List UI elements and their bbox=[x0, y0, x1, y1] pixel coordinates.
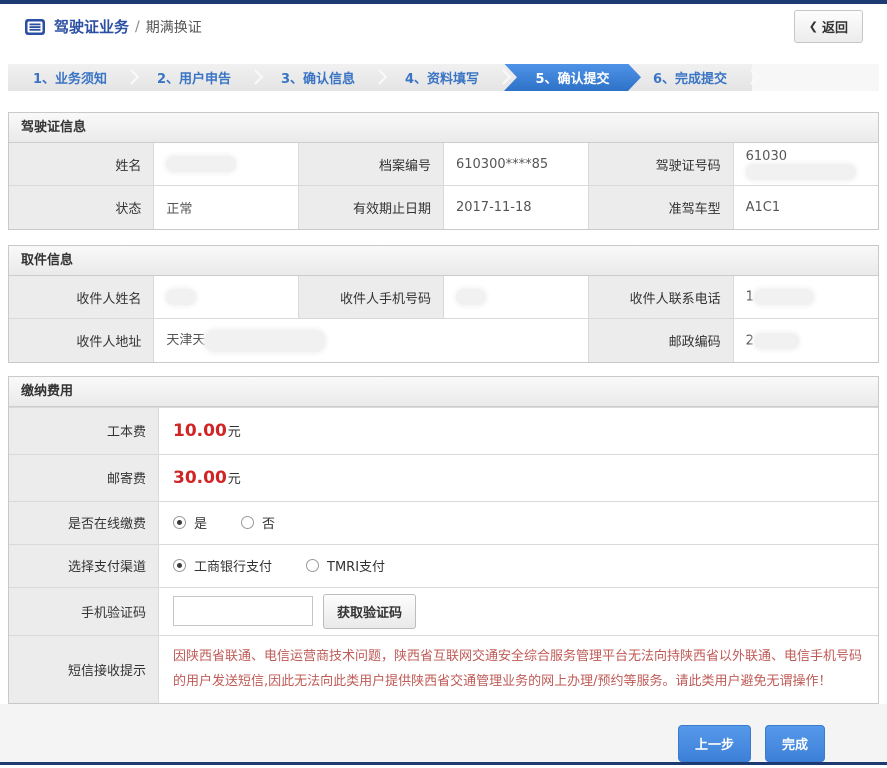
redacted-recipient-name bbox=[166, 289, 197, 306]
finish-button[interactable]: 完成 bbox=[764, 725, 825, 763]
production-fee-value: 10.00 元 bbox=[159, 407, 878, 454]
radio-channel-tmri[interactable]: TMRI支付 bbox=[306, 556, 385, 575]
radio-unchecked-icon[interactable] bbox=[306, 559, 320, 573]
postage-fee-amount: 30.00 bbox=[173, 467, 227, 488]
footer-action-bar: 上一步 完成 bbox=[0, 704, 887, 763]
back-button[interactable]: ❮ 返回 bbox=[793, 10, 863, 44]
redacted-recipient-mobile bbox=[455, 289, 486, 306]
postage-fee-value: 30.00 元 bbox=[159, 454, 878, 501]
vehicle-class-label: 准驾车型 bbox=[587, 185, 734, 229]
radio-checked-icon[interactable] bbox=[173, 559, 186, 573]
recipient-address-label: 收件人地址 bbox=[9, 318, 155, 362]
step-6-complete-submit[interactable]: 6、完成提交 bbox=[628, 64, 752, 91]
payment-fee-section-title: 缴纳费用 bbox=[9, 376, 878, 407]
sms-code-row: 手机验证码 获取验证码 bbox=[9, 586, 878, 635]
bottom-navy-bar bbox=[0, 762, 887, 765]
recipient-mobile-label: 收件人手机号码 bbox=[298, 275, 444, 320]
radio-unchecked-icon[interactable] bbox=[241, 516, 255, 530]
page-header: 驾驶证业务 / 期满换证 ❮ 返回 bbox=[0, 3, 887, 50]
recipient-name-label: 收件人姓名 bbox=[9, 275, 155, 320]
production-fee-label: 工本费 bbox=[9, 407, 159, 454]
radio-channel-icbc[interactable]: 工商银行支付 bbox=[173, 556, 272, 575]
online-payment-options: 是 否 bbox=[159, 501, 878, 544]
step-4-fill-data[interactable]: 4、资料填写 bbox=[380, 64, 504, 91]
vehicle-class-value: A1C1 bbox=[732, 185, 878, 229]
page: 驾驶证业务 / 期满换证 ❮ 返回 1、业务须知 2、用户申告 3、确认信息 4… bbox=[0, 0, 887, 768]
sms-notice-text: 因陕西省联通、电信运营商技术问题，陕西省互联网交通安全综合服务管理平台无法向持陕… bbox=[173, 648, 863, 689]
redacted-license-number bbox=[745, 163, 856, 180]
status-label: 状态 bbox=[9, 185, 155, 229]
step-5-confirm-submit-active[interactable]: 5、确认提交 bbox=[504, 64, 641, 91]
radio-online-yes[interactable]: 是 bbox=[173, 513, 207, 532]
recipient-phone-value: 1 bbox=[732, 275, 878, 320]
breadcrumb-divider: / bbox=[135, 18, 140, 35]
file-number-label: 档案编号 bbox=[298, 142, 444, 187]
sms-code-label: 手机验证码 bbox=[9, 587, 159, 635]
postage-fee-row: 邮寄费 30.00 元 bbox=[9, 453, 878, 501]
page-title: 驾驶证业务 bbox=[54, 18, 130, 37]
redacted-recipient-address bbox=[205, 329, 326, 352]
get-sms-code-button[interactable]: 获取验证码 bbox=[323, 593, 417, 629]
production-fee-amount: 10.00 bbox=[173, 420, 227, 441]
payment-channel-row: 选择支付渠道 工商银行支付 TMRI支付 bbox=[9, 543, 878, 587]
back-button-label: 返回 bbox=[821, 21, 848, 37]
zip-code-label: 邮政编码 bbox=[587, 318, 734, 362]
payment-channel-options: 工商银行支付 TMRI支付 bbox=[159, 544, 878, 587]
step-2-user-declaration[interactable]: 2、用户申告 bbox=[132, 64, 256, 91]
sms-notice-label: 短信接收提示 bbox=[9, 635, 159, 704]
license-number-value: 61030 bbox=[732, 142, 878, 187]
step-bar-filler bbox=[752, 63, 879, 91]
payment-fee-section: 缴纳费用 工本费 10.00 元 邮寄费 30.00 元 是否在线缴费 是 否 … bbox=[8, 375, 879, 705]
pickup-info-table: 收件人姓名 收件人手机号码 收件人联系电话 1 收件人地址 天津天 邮政编码 2 bbox=[9, 275, 878, 362]
file-number-value: 610300****85 bbox=[442, 142, 589, 187]
recipient-address-value: 天津天 bbox=[153, 318, 589, 362]
table-row: 姓名 档案编号 610300****85 驾驶证号码 61030 bbox=[9, 142, 878, 187]
sms-code-field-area: 获取验证码 bbox=[159, 587, 878, 635]
table-row: 收件人姓名 收件人手机号码 收件人联系电话 1 bbox=[9, 275, 878, 320]
payment-channel-label: 选择支付渠道 bbox=[9, 544, 159, 587]
postage-fee-label: 邮寄费 bbox=[9, 454, 159, 501]
license-info-table: 姓名 档案编号 610300****85 驾驶证号码 61030 状态 正常 有… bbox=[9, 142, 878, 229]
zip-code-value: 2 bbox=[732, 318, 878, 362]
sms-notice-row: 短信接收提示 因陕西省联通、电信运营商技术问题，陕西省互联网交通安全综合服务管理… bbox=[9, 634, 878, 704]
redacted-name bbox=[166, 156, 237, 173]
recipient-mobile-value bbox=[442, 275, 589, 320]
production-fee-unit: 元 bbox=[227, 425, 241, 441]
license-info-section: 驾驶证信息 姓名 档案编号 610300****85 驾驶证号码 61030 状… bbox=[8, 111, 879, 230]
online-payment-row: 是否在线缴费 是 否 bbox=[9, 500, 878, 544]
redacted-zip-code bbox=[753, 332, 799, 349]
step-3-confirm-info[interactable]: 3、确认信息 bbox=[256, 64, 380, 91]
back-chevron-icon: ❮ bbox=[808, 20, 818, 34]
sms-code-input[interactable] bbox=[173, 596, 313, 627]
recipient-phone-label: 收件人联系电话 bbox=[587, 275, 734, 320]
breadcrumb-current: 期满换证 bbox=[145, 19, 202, 36]
name-value bbox=[153, 142, 300, 187]
expiry-date-value: 2017-11-18 bbox=[442, 185, 589, 229]
form-list-icon bbox=[25, 18, 45, 35]
pickup-info-section-title: 取件信息 bbox=[9, 245, 878, 276]
expiry-date-label: 有效期止日期 bbox=[298, 185, 444, 229]
table-row: 收件人地址 天津天 邮政编码 2 bbox=[9, 318, 878, 362]
license-number-label: 驾驶证号码 bbox=[587, 142, 734, 187]
postage-fee-unit: 元 bbox=[227, 472, 241, 488]
sms-notice-content: 因陕西省联通、电信运营商技术问题，陕西省互联网交通安全综合服务管理平台无法向持陕… bbox=[159, 635, 878, 704]
table-row: 状态 正常 有效期止日期 2017-11-18 准驾车型 A1C1 bbox=[9, 185, 878, 229]
step-wizard: 1、业务须知 2、用户申告 3、确认信息 4、资料填写 5、确认提交 6、完成提… bbox=[8, 63, 879, 91]
online-payment-label: 是否在线缴费 bbox=[9, 501, 159, 544]
production-fee-row: 工本费 10.00 元 bbox=[9, 406, 878, 454]
license-info-section-title: 驾驶证信息 bbox=[9, 112, 878, 143]
pickup-info-section: 取件信息 收件人姓名 收件人手机号码 收件人联系电话 1 收件人地址 天津天 邮… bbox=[8, 244, 879, 363]
radio-checked-icon[interactable] bbox=[173, 516, 186, 530]
status-value: 正常 bbox=[153, 185, 300, 229]
recipient-name-value bbox=[153, 275, 300, 320]
radio-online-no[interactable]: 否 bbox=[241, 513, 275, 532]
name-label: 姓名 bbox=[9, 142, 155, 187]
step-1-business-notice[interactable]: 1、业务须知 bbox=[8, 64, 132, 91]
previous-step-button[interactable]: 上一步 bbox=[677, 725, 751, 763]
redacted-recipient-phone bbox=[753, 289, 814, 306]
